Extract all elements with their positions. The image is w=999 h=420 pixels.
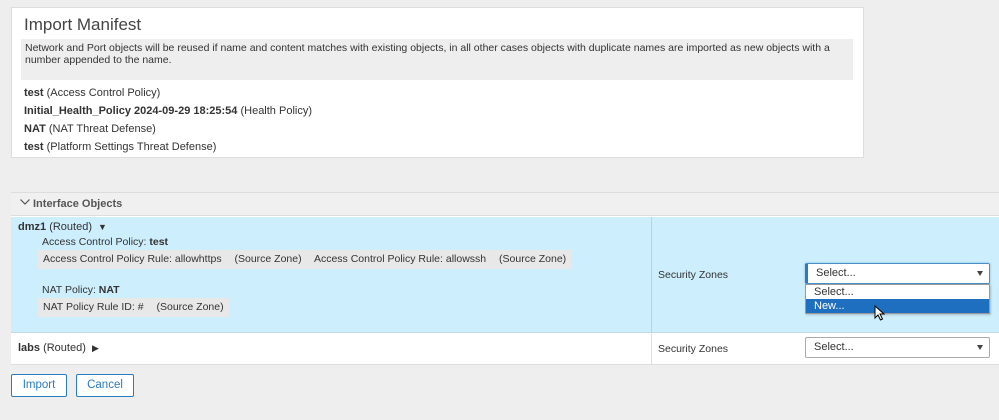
interface-mode: (Routed)	[43, 342, 86, 354]
manifest-item-name: Initial_Health_Policy 2024-09-29 18:25:5…	[24, 105, 238, 117]
security-zone-dropdown: Select... New...	[805, 284, 990, 314]
manifest-title: Import Manifest	[24, 15, 142, 34]
rule-text: Access Control Policy Rule: allowssh	[313, 253, 487, 265]
nat-rule-chip: NAT Policy Rule ID: # (Source Zone)	[38, 298, 229, 317]
nat-label: NAT Policy:	[42, 284, 96, 296]
mouse-pointer-icon	[874, 305, 886, 321]
security-zones-label: Security Zones	[658, 343, 729, 355]
cancel-button[interactable]: Cancel	[76, 374, 134, 397]
dropdown-caret-icon	[977, 345, 983, 350]
manifest-list: test (Access Control Policy) Initial_Hea…	[24, 84, 312, 156]
dropdown-option-select[interactable]: Select...	[806, 285, 989, 299]
select-value: Select...	[814, 341, 854, 353]
manifest-note: Network and Port objects will be reused …	[21, 39, 853, 80]
interface-mode: (Routed)	[49, 221, 92, 233]
chevron-down-icon[interactable]	[19, 196, 31, 208]
acp-label: Access Control Policy:	[42, 236, 147, 248]
security-zone-select-dmz1[interactable]: Select...	[805, 263, 990, 284]
interface-row-details: labs (Routed) ▶	[11, 334, 652, 365]
rule-zone: (Source Zone)	[234, 253, 302, 265]
manifest-item-name: NAT	[24, 123, 46, 135]
manifest-item-type: (Access Control Policy)	[46, 87, 161, 99]
manifest-item-type: (Platform Settings Threat Defense)	[46, 141, 217, 153]
rule-text: Access Control Policy Rule: allowhttps	[43, 253, 222, 265]
select-value: Select...	[816, 267, 856, 279]
import-manifest-panel: Import Manifest Network and Port objects…	[11, 7, 864, 158]
dropdown-option-new[interactable]: New...	[806, 299, 989, 313]
interface-name[interactable]: labs (Routed) ▶	[18, 342, 99, 354]
acp-value: test	[149, 236, 169, 248]
nat-line: NAT Policy: NAT	[42, 284, 120, 296]
manifest-item-name: test	[24, 87, 44, 99]
interface-name-label: labs	[18, 342, 41, 354]
nat-rule-zone: (Source Zone)	[156, 301, 224, 313]
security-zones-label: Security Zones	[658, 269, 729, 281]
expand-arrow-icon[interactable]: ▶	[92, 343, 99, 354]
manifest-item: test (Access Control Policy)	[24, 84, 312, 102]
interface-objects-header[interactable]: Interface Objects	[11, 193, 999, 216]
acp-rule-chip: Access Control Policy Rule: allowhttps (…	[38, 250, 572, 269]
manifest-item-type: (Health Policy)	[240, 105, 312, 117]
import-button[interactable]: Import	[11, 374, 67, 397]
manifest-item: test (Platform Settings Threat Defense)	[24, 138, 312, 156]
manifest-item-type: (NAT Threat Defense)	[48, 123, 156, 135]
collapse-arrow-icon[interactable]: ▼	[98, 222, 107, 232]
manifest-item-name: test	[24, 141, 44, 153]
dropdown-caret-icon	[977, 271, 983, 276]
rule-zone: (Source Zone)	[499, 253, 567, 265]
nat-value: NAT	[98, 284, 120, 296]
interface-name-label: dmz1	[18, 221, 47, 233]
nat-rule-text: NAT Policy Rule ID: #	[43, 301, 144, 313]
manifest-item: Initial_Health_Policy 2024-09-29 18:25:5…	[24, 102, 312, 120]
manifest-item: NAT (NAT Threat Defense)	[24, 120, 312, 138]
interface-objects-title: Interface Objects	[33, 198, 123, 210]
security-zone-select-labs[interactable]: Select...	[805, 337, 990, 358]
interface-name[interactable]: dmz1 (Routed) ▼	[18, 221, 107, 233]
acp-line: Access Control Policy: test	[42, 236, 168, 248]
interface-row-details: dmz1 (Routed) ▼ Access Control Policy: t…	[11, 217, 652, 333]
